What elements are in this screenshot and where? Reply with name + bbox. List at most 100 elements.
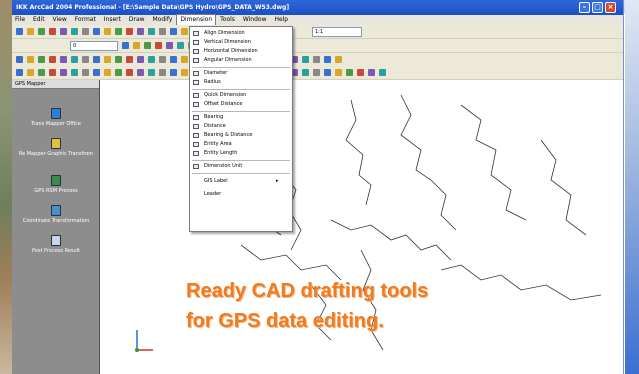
- sidebar-item-post-process[interactable]: Post Process Result: [12, 235, 100, 254]
- menu-window[interactable]: Window: [240, 15, 270, 25]
- toolbar-tool-icon[interactable]: [346, 69, 353, 76]
- menu-draw[interactable]: Draw: [126, 15, 148, 25]
- menu-modify[interactable]: Modify: [150, 15, 176, 25]
- toolbar-tool-icon[interactable]: [49, 69, 56, 76]
- toolbar-tool-icon[interactable]: [38, 28, 45, 35]
- toolbar-tool-icon[interactable]: [104, 56, 111, 63]
- menu-format[interactable]: Format: [72, 15, 99, 25]
- toolbar-tool-icon[interactable]: [71, 56, 78, 63]
- menu-view[interactable]: View: [50, 15, 70, 25]
- toolbar-tool-icon[interactable]: [27, 56, 34, 63]
- menu-item-entity-area[interactable]: Entity Area: [190, 140, 292, 149]
- menu-item-bearing-distance[interactable]: Bearing & Distance: [190, 131, 292, 140]
- toolbar-tool-icon[interactable]: [159, 56, 166, 63]
- toolbar-tool-icon[interactable]: [335, 69, 342, 76]
- menu-item-horizontal-dimension[interactable]: Horizontal Dimension: [190, 47, 292, 56]
- toolbar-tool-icon[interactable]: [126, 56, 133, 63]
- menu-item-vertical-dimension[interactable]: Vertical Dimension: [190, 38, 292, 47]
- toolbar-tool-icon[interactable]: [104, 69, 111, 76]
- menu-insert[interactable]: Insert: [101, 15, 124, 25]
- toolbar-tool-icon[interactable]: [71, 28, 78, 35]
- toolbar-tool-icon[interactable]: [181, 69, 188, 76]
- menu-item-entity-length[interactable]: Entity Length: [190, 149, 292, 158]
- toolbar-tool-icon[interactable]: [71, 69, 78, 76]
- toolbar-tool-icon[interactable]: [368, 69, 375, 76]
- toolbar-tool-icon[interactable]: [144, 42, 151, 49]
- menu-item-distance[interactable]: Distance: [190, 122, 292, 131]
- toolbar-tool-icon[interactable]: [335, 56, 342, 63]
- toolbar-tool-icon[interactable]: [357, 69, 364, 76]
- toolbar-tool-icon[interactable]: [155, 42, 162, 49]
- menu-item-radius[interactable]: Radius: [190, 78, 292, 87]
- toolbar-tool-icon[interactable]: [93, 56, 100, 63]
- toolbar-tool-icon[interactable]: [159, 28, 166, 35]
- toolbar-tool-icon[interactable]: [148, 56, 155, 63]
- toolbar-tool-icon[interactable]: [60, 69, 67, 76]
- toolbar-tool-icon[interactable]: [16, 28, 23, 35]
- menu-help[interactable]: Help: [271, 15, 291, 25]
- menu-item-dimension-unit[interactable]: Dimension Unit: [190, 162, 292, 171]
- sidebar-item-trans-mapper[interactable]: Trans Mapper Office: [12, 108, 100, 127]
- toolbar-tool-icon[interactable]: [82, 28, 89, 35]
- toolbar-tool-icon[interactable]: [27, 69, 34, 76]
- toolbar-tool-icon[interactable]: [324, 69, 331, 76]
- menu-item-gis-label[interactable]: GIS Label ▸: [190, 177, 292, 186]
- toolbar-tool-icon[interactable]: [115, 28, 122, 35]
- toolbar-tool-icon[interactable]: [126, 28, 133, 35]
- menu-item-diameter[interactable]: Diameter: [190, 69, 292, 78]
- toolbar-tool-icon[interactable]: [313, 56, 320, 63]
- menu-item-offset-distance[interactable]: Offset Distance: [190, 100, 292, 109]
- sidebar-item-rsm-process[interactable]: GPS RSM Process: [12, 175, 100, 194]
- toolbar-tool-icon[interactable]: [49, 28, 56, 35]
- toolbar-tool-icon[interactable]: [104, 28, 111, 35]
- toolbar-tool-icon[interactable]: [324, 56, 331, 63]
- toolbar-tool-icon[interactable]: [170, 56, 177, 63]
- toolbar-tool-icon[interactable]: [93, 69, 100, 76]
- toolbar-tool-icon[interactable]: [49, 56, 56, 63]
- toolbar-tool-icon[interactable]: [313, 69, 320, 76]
- menu-edit[interactable]: Edit: [30, 15, 48, 25]
- toolbar-tool-icon[interactable]: [133, 42, 140, 49]
- sidebar-item-coordinate-transform[interactable]: Coordinate Transformation: [12, 205, 100, 224]
- toolbar-tool-icon[interactable]: [137, 56, 144, 63]
- toolbar-tool-icon[interactable]: [302, 56, 309, 63]
- toolbar-tool-icon[interactable]: [93, 28, 100, 35]
- toolbar-tool-icon[interactable]: [166, 42, 173, 49]
- maximize-button[interactable]: □: [592, 2, 603, 13]
- toolbar-tool-icon[interactable]: [82, 56, 89, 63]
- toolbar-tool-icon[interactable]: [115, 69, 122, 76]
- toolbar-tool-icon[interactable]: [27, 28, 34, 35]
- toolbar-tool-icon[interactable]: [126, 69, 133, 76]
- menu-item-angular-dimension[interactable]: Angular Dimension: [190, 56, 292, 65]
- menu-item-align-dimension[interactable]: Align Dimension: [190, 29, 292, 38]
- toolbar-tool-icon[interactable]: [38, 56, 45, 63]
- toolbar-tool-icon[interactable]: [60, 28, 67, 35]
- toolbar-tool-icon[interactable]: [82, 69, 89, 76]
- toolbar-tool-icon[interactable]: [302, 69, 309, 76]
- toolbar-tool-icon[interactable]: [16, 56, 23, 63]
- close-button[interactable]: ×: [605, 2, 616, 13]
- menu-file[interactable]: File: [12, 15, 28, 25]
- minimize-button[interactable]: –: [579, 2, 590, 13]
- toolbar-tool-icon[interactable]: [181, 28, 188, 35]
- menu-item-bearing[interactable]: Bearing: [190, 113, 292, 122]
- layer-dropdown[interactable]: 0: [70, 41, 118, 51]
- scale-dropdown[interactable]: 1:1: [312, 27, 362, 37]
- toolbar-tool-icon[interactable]: [38, 69, 45, 76]
- toolbar-tool-icon[interactable]: [170, 28, 177, 35]
- toolbar-tool-icon[interactable]: [60, 56, 67, 63]
- toolbar-tool-icon[interactable]: [159, 69, 166, 76]
- toolbar-tool-icon[interactable]: [122, 42, 129, 49]
- menu-item-leader[interactable]: Leader: [190, 190, 292, 199]
- menu-dimension[interactable]: Dimension: [176, 14, 217, 26]
- toolbar-tool-icon[interactable]: [177, 42, 184, 49]
- toolbar-tool-icon[interactable]: [137, 28, 144, 35]
- toolbar-tool-icon[interactable]: [181, 56, 188, 63]
- menu-item-quick-dimension[interactable]: Quick Dimension: [190, 91, 292, 100]
- toolbar-tool-icon[interactable]: [137, 69, 144, 76]
- menu-tools[interactable]: Tools: [217, 15, 238, 25]
- toolbar-tool-icon[interactable]: [148, 69, 155, 76]
- toolbar-tool-icon[interactable]: [379, 69, 386, 76]
- toolbar-tool-icon[interactable]: [115, 56, 122, 63]
- sidebar-item-graphic-transform[interactable]: Re Mapper Graphic Transfrom: [12, 138, 100, 157]
